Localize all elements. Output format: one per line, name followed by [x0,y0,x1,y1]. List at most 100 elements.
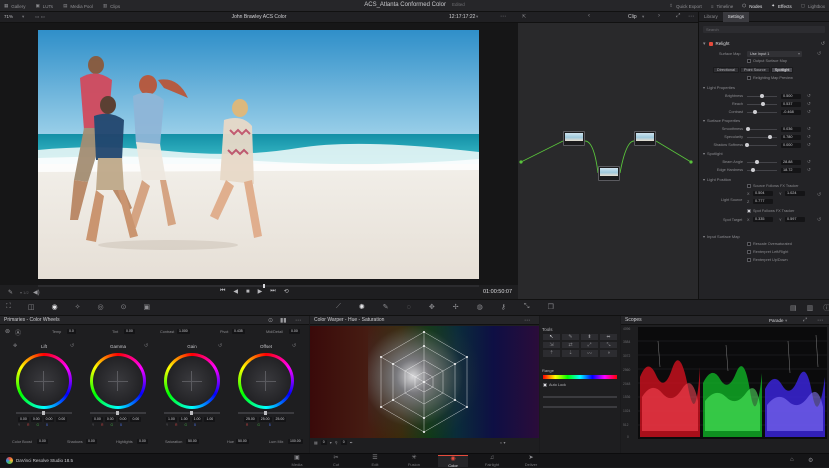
source-tracker-checkbox[interactable] [747,184,751,188]
speaker-icon[interactable]: ◀) [33,289,40,296]
shadow-softness-value[interactable]: 0.000 [781,142,801,148]
pen-icon[interactable]: ✎ [8,289,13,296]
sizing-icon[interactable]: ⤡ [524,303,530,311]
magic-mask-icon[interactable]: ✢ [453,303,459,311]
bars-icon[interactable]: ▮▮ [280,317,287,324]
reinterpret-left-right-checkbox[interactable] [747,250,751,254]
tab-library[interactable]: Library [699,12,723,22]
edge-hardness-value[interactable]: 18.72 [781,167,801,173]
section-light-properties[interactable]: ▾ Light Properties [703,85,735,90]
3d-icon[interactable]: ❒ [547,303,553,311]
tint-value[interactable]: 0.00 [124,329,135,334]
column-tool-icon[interactable]: ⬍ [581,334,598,340]
contrast-value[interactable]: 1.000 [177,329,190,334]
relighting-preview-row[interactable]: Relighting Map Preview [747,76,793,80]
reset-icon[interactable]: ↺ [807,101,811,107]
gain-g-value[interactable]: 1.00 [191,417,203,422]
nodes-button[interactable]: ⬡ Nodes [742,3,762,9]
expand-icon[interactable]: ⤢ [803,317,807,323]
source-tracker-row[interactable]: Source Follows FX Tracker [747,184,799,188]
camera-raw-icon[interactable]: ⛶ [6,303,11,311]
key-icon[interactable]: ⚷ [501,303,506,311]
contrast-value[interactable]: -0.468 [781,109,801,115]
color-boost-value[interactable]: 0.00 [37,439,48,444]
color-wheels-icon[interactable]: ◉ [52,303,58,311]
lift-b-value[interactable]: 0.00 [56,417,68,422]
slider-handle[interactable] [750,168,755,172]
spot-tracker-checkbox[interactable] [747,209,751,213]
section-surface-properties[interactable]: ▾ Surface Properties [703,118,740,123]
inspector-search[interactable]: Search [703,26,825,33]
page-edit[interactable]: ☰ Edit [360,455,390,467]
hdr-wheels-icon[interactable]: ⊙ [121,303,127,311]
blur-icon[interactable]: ◍ [477,303,483,311]
crosshair-icon[interactable]: ✥ [13,343,17,349]
slider-handle[interactable] [754,160,759,164]
slider-handle[interactable] [746,127,751,131]
color-warper-icon[interactable]: ✺ [359,303,365,311]
gain-b-value[interactable]: 1.00 [204,417,216,422]
scope-mode-dropdown[interactable]: Parade [769,318,784,323]
mid-detail-value[interactable]: 0.00 [289,329,300,334]
tool-strength-slider[interactable] [543,396,617,398]
reset-icon[interactable]: ↺ [807,134,811,140]
down-tool-icon[interactable]: ⇣ [562,350,579,357]
target-icon[interactable]: ⊙ [268,317,273,324]
row-tool-icon[interactable]: ⬌ [600,334,617,340]
relighting-preview-checkbox[interactable] [747,76,751,80]
rescale-oversaturated-row[interactable]: Rescale Oversaturated [747,242,792,246]
tool-falloff-slider[interactable] [543,406,617,408]
spot-target-x-value[interactable]: 0.335 [753,217,773,222]
slider-handle[interactable] [745,143,749,147]
step-back-icon[interactable]: ◀ [233,288,238,295]
warper-sat-resolution[interactable]: 0 [340,440,347,445]
more-options-icon[interactable]: ⋯ [688,13,694,20]
settings-icon[interactable]: ⚙ [808,457,813,464]
gamma-y-value[interactable]: 0.00 [92,417,103,422]
specularity-value[interactable]: 0.780 [781,134,801,140]
gamma-b-value[interactable]: 0.00 [130,417,142,422]
reach-slider[interactable] [747,102,777,106]
effect-enabled-toggle[interactable] [708,41,713,46]
smoothness-slider[interactable] [746,127,777,131]
curves-icon[interactable]: ⟋ [336,303,341,311]
effect-header[interactable]: ▾ Relight ↺ [703,40,825,47]
color-match-icon[interactable]: ◫ [28,303,35,311]
slider-handle[interactable] [761,102,766,106]
reset-icon[interactable]: ↺ [292,343,296,349]
reset-icon[interactable]: ↺ [821,41,825,47]
invert-tool-icon[interactable]: ◑ [600,350,617,357]
gamma-r-value[interactable]: 0.00 [104,417,116,422]
reset-icon[interactable]: ↺ [807,93,811,99]
scrubber-track[interactable] [38,284,479,288]
more-options-icon[interactable]: ⋯ [295,317,301,324]
auto-balance-icon[interactable]: ⊚ [5,328,10,335]
reset-icon[interactable]: ↺ [817,51,821,57]
node-graph[interactable] [518,23,698,299]
qualifier-icon[interactable]: ✎ [383,303,389,311]
shadow-softness-slider[interactable] [745,143,777,147]
chevron-right-icon[interactable]: › [658,13,660,19]
tracker-icon[interactable]: ✥ [429,303,435,311]
page-fusion[interactable]: ✳ Fusion [399,455,429,467]
page-color[interactable]: ◉ Color [438,455,468,468]
rescale-oversaturated-checkbox[interactable] [747,242,751,246]
highlights-value[interactable]: 0.00 [137,439,148,444]
play-icon[interactable]: ▶ [258,288,263,295]
chevron-left-icon[interactable]: ‹ [588,13,590,19]
auto-lock-row[interactable]: Auto Lock [543,383,566,387]
convert-tool-icon[interactable]: ⇄ [562,342,579,348]
lum-mix-value[interactable]: 100.00 [288,439,303,444]
shrink-tool-icon[interactable]: ⤡ [600,342,617,348]
warper-hue-resolution[interactable]: 0 [320,440,327,445]
timeline-button[interactable]: ≡ Timeline [711,4,733,9]
slider-handle[interactable] [753,110,758,114]
section-light-position[interactable]: ▾ Light Position [703,177,731,182]
brightness-value[interactable]: 0.500 [781,93,801,99]
lift-y-value[interactable]: 0.00 [18,417,29,422]
lightbox-button[interactable]: ▢ Lightbox [801,3,825,9]
offset-r-value[interactable]: 25.00 [244,417,257,422]
contrast-slider[interactable] [747,110,777,114]
keyframes-icon[interactable]: ▤ [790,304,797,312]
shadows-value[interactable]: 0.00 [86,439,97,444]
